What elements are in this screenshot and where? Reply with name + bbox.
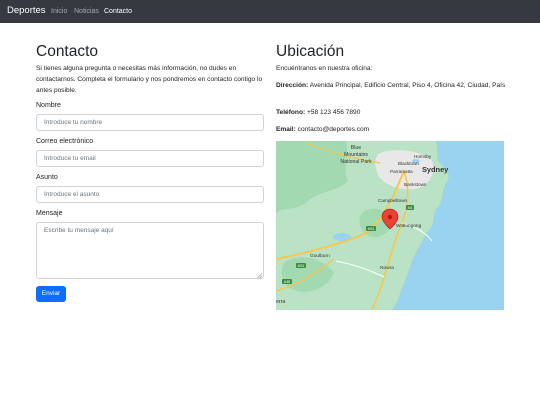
message-label: Mensaje [36, 210, 63, 217]
email-input[interactable] [36, 150, 264, 167]
subject-label: Asunto [36, 174, 58, 181]
svg-text:A48: A48 [284, 280, 290, 284]
label-blue-mountains: Blue [351, 145, 361, 151]
label-goulburn: Goulburn [310, 253, 330, 259]
road-shield: A48 [282, 279, 292, 284]
svg-text:M1: M1 [408, 206, 413, 210]
subject-input[interactable] [36, 186, 264, 203]
label-blue-mountains: Mountains [344, 152, 368, 158]
location-title: Ubicación [276, 43, 345, 60]
label-bankstown: Bankstown [404, 182, 427, 187]
name-label: Nombre [36, 102, 61, 109]
label-nowra: Nowra [380, 265, 394, 271]
location-intro: Encuéntranos en nuestra oficina: [276, 65, 373, 72]
svg-text:M31: M31 [368, 227, 375, 231]
email-info-value: contacto@deportes.com [297, 126, 370, 133]
address-info: Dirección: Avenida Principal, Edificio C… [276, 80, 508, 91]
road-shield: M31 [366, 226, 376, 231]
brand-logo[interactable]: Deportes [7, 5, 46, 17]
label-blacktown: Blacktown [398, 161, 419, 166]
phone-info: Teléfono: +58 123 456 7890 [276, 107, 508, 118]
contact-title: Contacto [36, 43, 99, 60]
label-campbelltown: Campbelltown [378, 198, 408, 203]
phone-label: Teléfono: [276, 109, 306, 116]
contact-intro: Si tienes alguna pregunta o necesitas má… [36, 65, 263, 94]
top-navbar: Deportes Inicio Noticias Contacto [0, 0, 540, 23]
road-shield: M1 [406, 205, 414, 210]
nav-link-inicio[interactable]: Inicio [51, 7, 67, 16]
nav-link-noticias[interactable]: Noticias [74, 7, 99, 16]
email-info: Email: contacto@deportes.com [276, 124, 508, 135]
email-info-label: Email: [276, 126, 296, 133]
submit-button[interactable]: Enviar [36, 286, 66, 302]
name-input[interactable] [36, 114, 264, 131]
label-hornsby: Hornsby [414, 154, 432, 159]
nav-link-contacto[interactable]: Contacto [104, 7, 132, 16]
label-wollongong: Wollongong [396, 223, 422, 229]
map-graphic: Blue Mountains National Park Hornsby Bla… [276, 141, 504, 310]
location-map[interactable]: Blue Mountains National Park Hornsby Bla… [276, 141, 504, 310]
label-blue-mountains: National Park [340, 159, 372, 165]
phone-value: +58 123 456 7890 [307, 109, 361, 116]
address-value: Avenida Principal, Edificio Central, Pis… [309, 82, 506, 89]
svg-text:M31: M31 [298, 264, 305, 268]
message-textarea[interactable] [36, 222, 264, 279]
label-parramatta: Parramatta [390, 169, 413, 174]
label-berra: erra [276, 299, 285, 305]
address-label: Dirección: [276, 82, 309, 89]
email-label: Correo electrónico [36, 138, 94, 145]
label-sydney: Sydney [422, 165, 449, 174]
road-shield: M31 [296, 263, 306, 268]
